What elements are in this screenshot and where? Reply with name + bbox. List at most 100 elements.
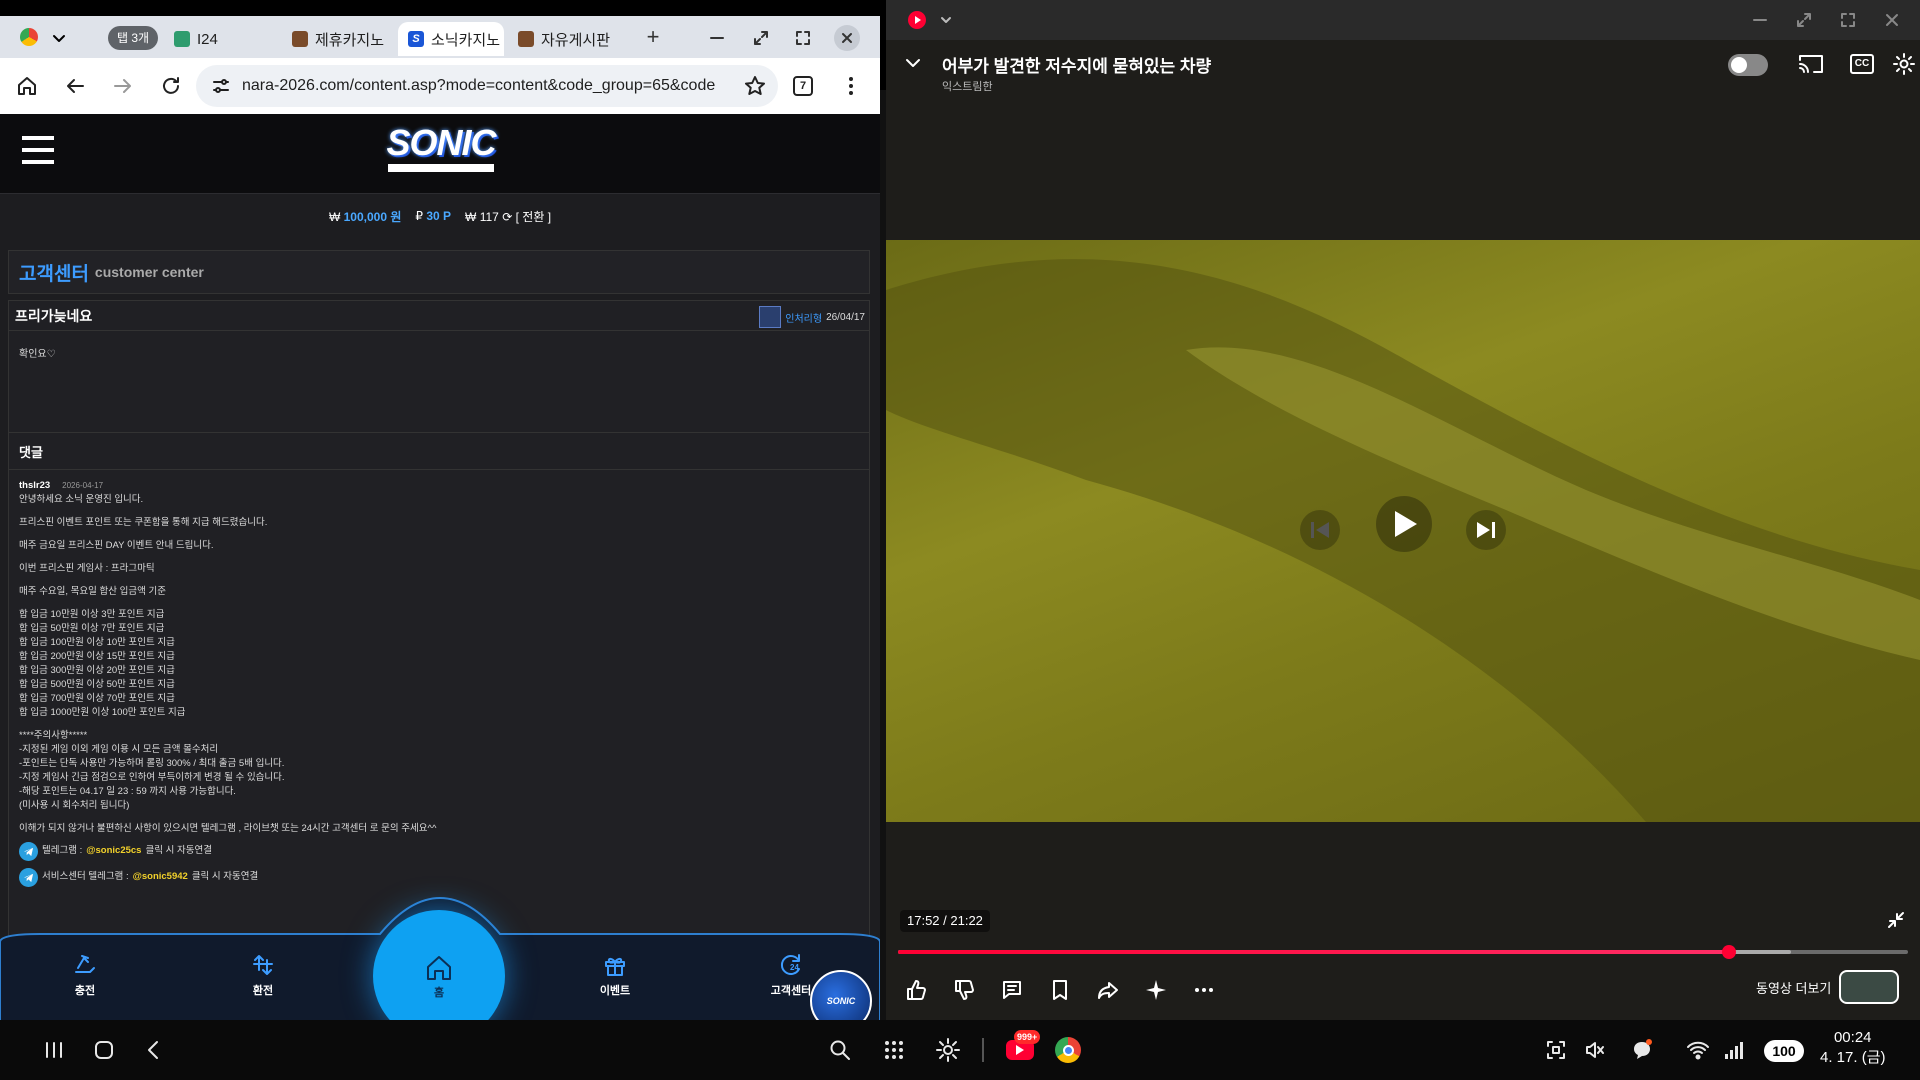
refresh-icon[interactable]: ⟳ bbox=[502, 210, 512, 224]
nav-label: 환전 bbox=[252, 985, 274, 997]
close-window-icon[interactable] bbox=[834, 25, 860, 51]
settings-gear-icon[interactable] bbox=[1892, 52, 1916, 76]
comments-icon[interactable] bbox=[998, 976, 1026, 1004]
fullscreen-icon[interactable] bbox=[1840, 12, 1856, 28]
chevron-down-icon[interactable] bbox=[940, 14, 952, 26]
chrome-taskbar-icon[interactable] bbox=[1054, 1036, 1082, 1064]
convert-button[interactable]: [ 전환 ] bbox=[516, 210, 551, 224]
close-window-icon[interactable] bbox=[1884, 12, 1900, 28]
screen: { "browser": { "tab_group": "탭 3개", "tab… bbox=[0, 0, 1920, 1080]
nav-charge[interactable]: 충전 bbox=[40, 952, 130, 998]
support-24-icon: 24 bbox=[780, 954, 800, 975]
hamburger-menu-icon[interactable] bbox=[22, 136, 54, 164]
clock-time: 00:24 bbox=[1833, 1029, 1872, 1046]
tab-group-chip[interactable]: 탭 3개 bbox=[108, 26, 159, 50]
captions-icon[interactable]: CC bbox=[1850, 54, 1874, 74]
video-frame[interactable] bbox=[886, 240, 1920, 822]
tab-sonic-casino[interactable]: S 소닉카지노 ✕ bbox=[398, 22, 504, 56]
fullscreen-icon[interactable] bbox=[790, 25, 816, 51]
telegram-icon bbox=[19, 841, 38, 861]
more-actions-icon[interactable] bbox=[1190, 976, 1218, 1004]
search-icon[interactable] bbox=[826, 1036, 854, 1064]
tab-favicon bbox=[518, 31, 534, 47]
signal-icon[interactable] bbox=[1720, 1036, 1748, 1064]
nav-label: 홈 bbox=[433, 987, 445, 999]
new-tab-button[interactable]: + bbox=[640, 24, 666, 50]
more-menu-icon[interactable] bbox=[838, 73, 864, 99]
chrome-icon[interactable] bbox=[20, 28, 38, 46]
post-author[interactable]: 인처리형 bbox=[785, 310, 822, 325]
reload-icon[interactable] bbox=[158, 73, 184, 99]
tab-favicon bbox=[174, 31, 190, 47]
resize-icon[interactable] bbox=[748, 25, 774, 51]
notification-badge: 999+ bbox=[1014, 1030, 1041, 1044]
minimize-icon[interactable] bbox=[704, 25, 730, 51]
next-icon[interactable] bbox=[1466, 510, 1506, 550]
resize-icon[interactable] bbox=[1796, 12, 1812, 28]
app-drawer-icon[interactable] bbox=[880, 1036, 908, 1064]
popup-window-bar bbox=[886, 0, 1920, 40]
collapse-chevron-icon[interactable] bbox=[904, 54, 922, 72]
recent-apps-icon[interactable] bbox=[40, 1036, 68, 1064]
chat-icon[interactable] bbox=[1628, 1036, 1656, 1064]
svg-text:24: 24 bbox=[790, 963, 799, 972]
tab-strip: 탭 3개 I24 제휴카지노 S 소닉카지노 ✕ 자유게시판 + bbox=[0, 16, 880, 58]
screen-capture-icon[interactable] bbox=[1542, 1036, 1570, 1064]
site-settings-icon[interactable] bbox=[212, 77, 230, 95]
section-subtitle: customer center bbox=[94, 264, 204, 280]
save-icon[interactable] bbox=[1046, 976, 1074, 1004]
dislike-icon[interactable] bbox=[950, 976, 978, 1004]
clock[interactable]: 00:24 4. 17. (금) bbox=[1820, 1028, 1886, 1068]
play-icon[interactable] bbox=[1376, 496, 1432, 552]
point-value: 30 P bbox=[426, 209, 452, 223]
back-icon[interactable] bbox=[140, 1036, 168, 1064]
mute-icon[interactable] bbox=[1580, 1036, 1608, 1064]
nav-exchange[interactable]: 환전 bbox=[218, 952, 308, 998]
customer-center-header: 고객센터 customer center bbox=[8, 250, 870, 294]
home-icon[interactable] bbox=[14, 73, 40, 99]
back-icon[interactable] bbox=[62, 73, 88, 99]
site-header: SONIC bbox=[0, 114, 880, 194]
tab-partner-casino[interactable]: 제휴카지노 bbox=[282, 22, 400, 56]
post-header: 프리가늦네요 인처리형 26/04/17 bbox=[9, 301, 869, 331]
more-videos-thumbnail bbox=[1839, 970, 1900, 1004]
youtube-app-icon[interactable] bbox=[908, 11, 926, 29]
settings-gear-icon[interactable] bbox=[934, 1036, 962, 1064]
comment-line: 매주 수요일, 목요일 합산 입금액 기준 bbox=[19, 586, 166, 597]
won-balance: ₩ 100,000 원 bbox=[328, 209, 402, 224]
site-logo[interactable]: SONIC bbox=[376, 122, 506, 172]
bookmark-star-icon[interactable] bbox=[742, 73, 768, 99]
home-icon[interactable] bbox=[90, 1036, 118, 1064]
cast-icon[interactable] bbox=[1798, 52, 1824, 76]
tab-free-board[interactable]: 자유게시판 bbox=[508, 22, 626, 56]
like-icon[interactable] bbox=[902, 976, 930, 1004]
youtube-window: 어부가 발견한 저수지에 묻혀있는 차량 익스트림한 CC 17:52 / 21… bbox=[886, 0, 1920, 1020]
chevron-down-icon[interactable] bbox=[52, 31, 66, 45]
telegram-link-1[interactable]: 텔레그램 : @sonic25cs 클릭 시 자동연결 bbox=[19, 840, 859, 862]
tab-switcher-button[interactable]: 7 bbox=[790, 73, 816, 99]
sparkle-icon[interactable] bbox=[1142, 976, 1170, 1004]
minimize-icon[interactable] bbox=[1752, 12, 1768, 28]
battery-indicator: 100 bbox=[1764, 1040, 1804, 1062]
system-navigation-bar: 999+ 100 00:24 4. 17. (금) bbox=[0, 1020, 1920, 1080]
channel-name[interactable]: 익스트림한 bbox=[942, 78, 993, 94]
forward-icon[interactable] bbox=[110, 73, 136, 99]
youtube-taskbar-icon[interactable]: 999+ bbox=[1004, 1030, 1041, 1064]
more-videos-button[interactable]: 동영상 더보기 bbox=[1756, 970, 1900, 1004]
progress-bar[interactable] bbox=[898, 945, 1908, 959]
scrubber-handle[interactable] bbox=[1722, 945, 1737, 959]
exchange-icon bbox=[253, 955, 273, 975]
autoplay-toggle[interactable] bbox=[1728, 54, 1768, 76]
url-text: nara-2026.com/content.asp?mode=content&c… bbox=[242, 77, 716, 94]
previous-icon[interactable] bbox=[1300, 510, 1340, 550]
wifi-icon[interactable] bbox=[1684, 1036, 1712, 1064]
share-icon[interactable] bbox=[1094, 976, 1122, 1004]
telegram-handle[interactable]: @sonic25cs bbox=[86, 844, 141, 858]
exit-fullscreen-icon[interactable] bbox=[1886, 910, 1906, 930]
video-player[interactable]: 어부가 발견한 저수지에 묻혀있는 차량 익스트림한 CC 17:52 / 21… bbox=[886, 40, 1920, 1020]
tab-title: 자유게시판 bbox=[541, 31, 611, 49]
nav-event[interactable]: 이벤트 bbox=[570, 952, 660, 998]
tab-i24[interactable]: I24 bbox=[164, 22, 282, 56]
address-bar[interactable]: nara-2026.com/content.asp?mode=content&c… bbox=[196, 65, 778, 107]
time-display: 17:52 / 21:22 bbox=[900, 910, 990, 932]
